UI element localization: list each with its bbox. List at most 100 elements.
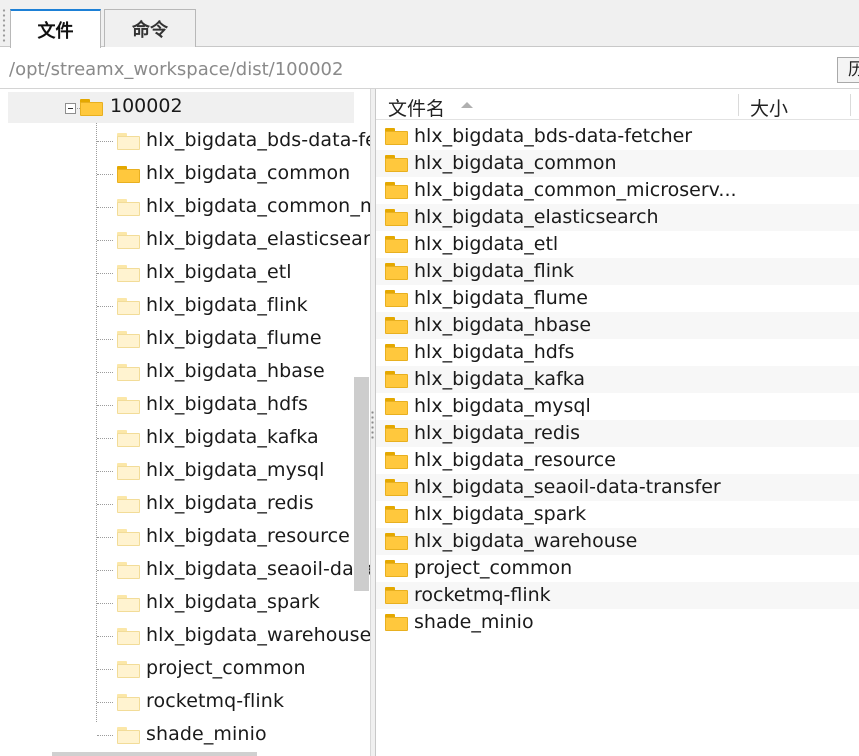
tree-item[interactable]: rocketmq-flink [0,686,370,719]
tree-item-label: rocketmq-flink [146,690,285,712]
tree-item[interactable]: hlx_bigdata_kafka [0,422,370,455]
tree-connector [97,570,113,571]
tree-connector [97,207,113,208]
list-item[interactable]: hlx_bigdata_resource [376,447,859,474]
folder-icon [385,506,408,523]
tree-item-label: shade_minio [146,723,267,745]
tree-item[interactable]: hlx_bigdata_flume [0,323,370,356]
tree-item[interactable]: hlx_bigdata_common_microservice [0,191,370,224]
list-item[interactable]: hlx_bigdata_mysql [376,393,859,420]
folder-icon [117,133,140,150]
tree-item[interactable]: hlx_bigdata_elasticsearch [0,224,370,257]
column-header-size[interactable]: 大小 [750,94,788,121]
tree-item[interactable]: hlx_bigdata_hbase [0,356,370,389]
tree-connector [97,636,113,637]
tree-connector [97,174,113,175]
list-item[interactable]: hlx_bigdata_seaoil-data-transfer [376,474,859,501]
column-divider[interactable] [850,94,851,116]
list-item[interactable]: hlx_bigdata_common_microserv... [376,177,859,204]
toolbar-grip[interactable] [2,8,6,42]
path-bar: 历 [0,47,859,89]
tree-item[interactable]: hlx_bigdata_hdfs [0,389,370,422]
tab-files[interactable]: 文件 [10,9,101,48]
tree-root-node[interactable]: 100002 [8,92,354,123]
tree-connector [97,339,113,340]
list-item[interactable]: hlx_bigdata_kafka [376,366,859,393]
tree-connector [97,240,113,241]
column-divider[interactable] [738,94,739,116]
list-item[interactable]: hlx_bigdata_elasticsearch [376,204,859,231]
list-item-name: hlx_bigdata_resource [414,449,616,471]
list-item-name: hlx_bigdata_hbase [414,314,592,336]
folder-icon [385,155,408,172]
folder-icon [385,452,408,469]
list-item-name: hlx_bigdata_warehouse [414,530,638,552]
tree-connector [97,141,113,142]
tree-connector [97,438,113,439]
tab-commands[interactable]: 命令 [104,9,196,47]
list-item-name: hlx_bigdata_kafka [414,368,586,390]
list-item-name: hlx_bigdata_spark [414,503,587,525]
tree-item[interactable]: project_common [0,653,370,686]
list-item-name: hlx_bigdata_mysql [414,395,591,417]
folder-icon [385,425,408,442]
list-item[interactable]: rocketmq-flink [376,582,859,609]
list-item[interactable]: hlx_bigdata_spark [376,501,859,528]
folder-icon [385,263,408,280]
tree-item[interactable]: hlx_bigdata_seaoil-data-transfer [0,554,370,587]
list-item[interactable]: hlx_bigdata_flink [376,258,859,285]
tree-item-label: hlx_bigdata_hdfs [146,393,309,415]
folder-icon [117,331,140,348]
folder-icon [117,694,140,711]
folder-icon [385,209,408,226]
tree-item-label: hlx_bigdata_redis [146,492,314,514]
list-item[interactable]: hlx_bigdata_etl [376,231,859,258]
list-item[interactable]: shade_minio [376,609,859,636]
column-header-name[interactable]: 文件名 [388,94,445,121]
tree-item[interactable]: hlx_bigdata_etl [0,257,370,290]
tree-item[interactable]: hlx_bigdata_flink [0,290,370,323]
tree-connector [97,603,113,604]
tree-connector [97,372,113,373]
folder-icon [385,479,408,496]
tree-item[interactable]: hlx_bigdata_redis [0,488,370,521]
list-item[interactable]: hlx_bigdata_flume [376,285,859,312]
history-button[interactable]: 历 [837,57,859,83]
list-item[interactable]: hlx_bigdata_common [376,150,859,177]
tree-item[interactable]: hlx_bigdata_warehouse [0,620,370,653]
tree-item[interactable]: shade_minio [0,719,370,752]
list-header: 文件名 大小 [376,89,859,120]
list-item[interactable]: hlx_bigdata_warehouse [376,528,859,555]
list-item[interactable]: hlx_bigdata_redis [376,420,859,447]
list-item-name: hlx_bigdata_common_microserv... [414,179,737,201]
list-item[interactable]: project_common [376,555,859,582]
folder-icon [385,533,408,550]
folder-icon [385,236,408,253]
tree-horizontal-scrollbar[interactable] [52,752,257,756]
tree-connector [97,405,113,406]
tree-connector [97,537,113,538]
tree-item[interactable]: hlx_bigdata_resource [0,521,370,554]
tree-item[interactable]: hlx_bigdata_spark [0,587,370,620]
tree-item-label: hlx_bigdata_resource [146,525,350,547]
list-item-name: hlx_bigdata_bds-data-fetcher [414,125,693,147]
folder-icon [80,99,103,116]
list-item[interactable]: hlx_bigdata_hbase [376,312,859,339]
tree-item-label: hlx_bigdata_spark [146,591,320,613]
path-input[interactable] [9,56,829,82]
folder-icon [385,128,408,145]
folder-icon [385,290,408,307]
tree-vertical-scrollbar[interactable] [354,377,369,591]
tree-item[interactable]: hlx_bigdata_bds-data-fetcher [0,125,370,158]
tree-item[interactable]: hlx_bigdata_mysql [0,455,370,488]
collapse-minus-icon[interactable] [65,103,76,114]
list-item[interactable]: hlx_bigdata_hdfs [376,339,859,366]
tree-item[interactable]: hlx_bigdata_common [0,158,370,191]
folder-icon [117,232,140,249]
folder-icon [117,166,140,183]
list-item-name: hlx_bigdata_flume [414,287,588,309]
folder-icon [117,397,140,414]
folder-icon [117,595,140,612]
folder-icon [117,298,140,315]
list-item[interactable]: hlx_bigdata_bds-data-fetcher [376,123,859,150]
